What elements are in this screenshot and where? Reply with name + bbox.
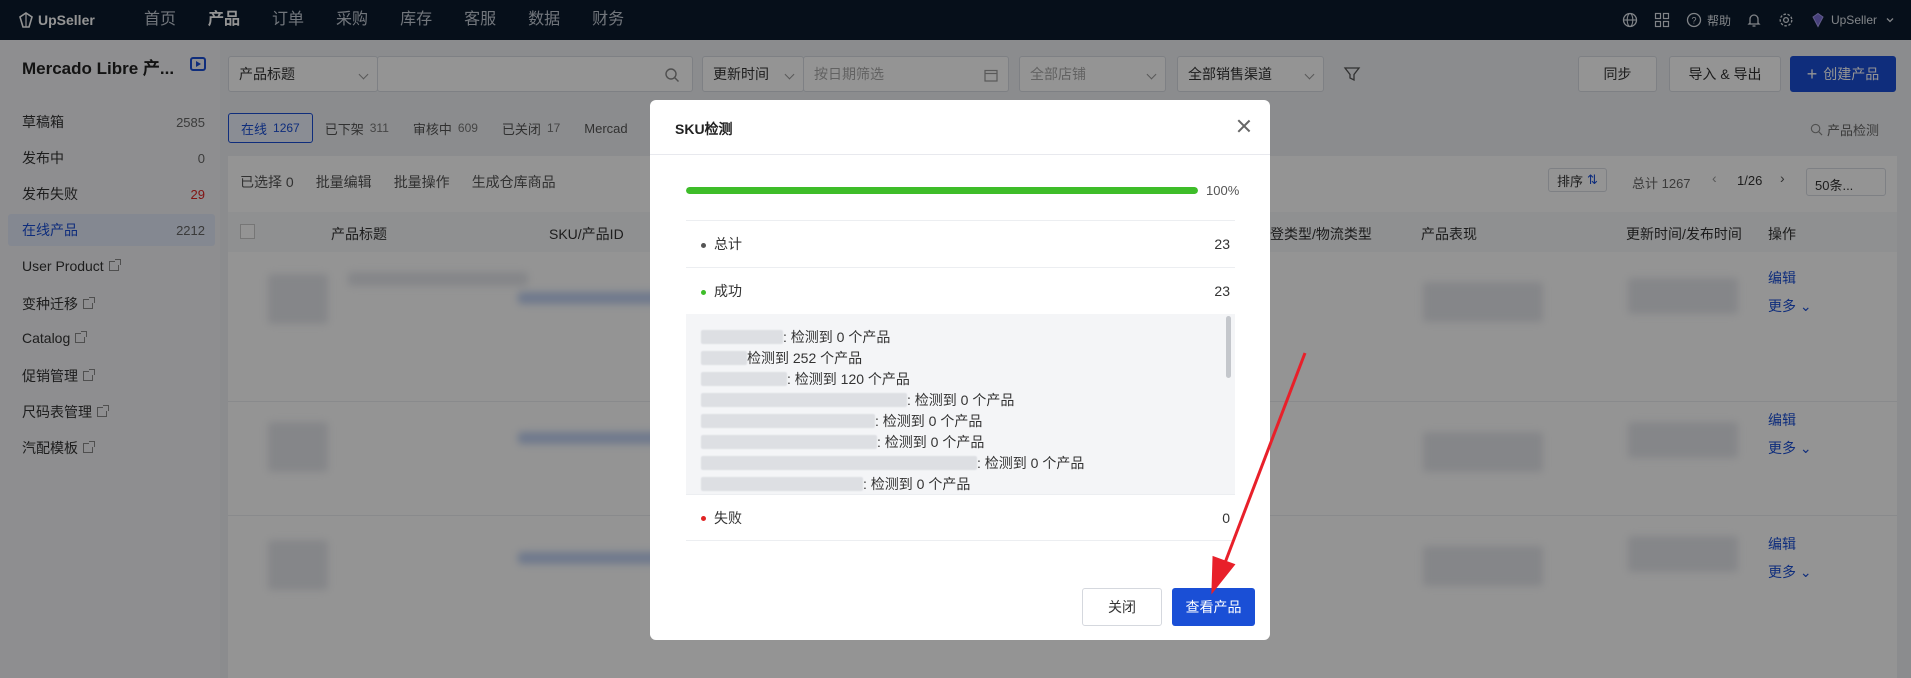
stat-value: 23 xyxy=(1214,283,1230,299)
progress-fill xyxy=(686,187,1198,194)
view-products-button[interactable]: 查看产品 xyxy=(1172,588,1255,626)
detail-line: : 检测到 0 个产品 xyxy=(701,390,1014,410)
stat-label: 成功 xyxy=(714,283,742,299)
detail-line: : 检测到 0 个产品 xyxy=(701,453,1084,473)
stat-success: 成功 23 xyxy=(686,267,1235,314)
stat-total: 总计 23 xyxy=(686,220,1235,267)
detail-line: : 检测到 0 个产品 xyxy=(701,327,890,347)
detail-line: : 检测到 0 个产品 xyxy=(701,411,982,431)
stat-label: 总计 xyxy=(714,236,742,252)
detail-line: : 检测到 0 个产品 xyxy=(701,474,970,494)
stat-value: 23 xyxy=(1214,236,1230,252)
bullet-icon xyxy=(701,242,706,248)
modal-title: SKU检测 xyxy=(675,121,733,137)
detail-list: : 检测到 0 个产品 检测到 252 个产品 : 检测到 120 个产品 : … xyxy=(686,314,1235,494)
stat-label: 失败 xyxy=(714,509,742,526)
detail-line: : 检测到 0 个产品 xyxy=(701,432,984,452)
progress-percent: 100% xyxy=(1206,183,1240,198)
sku-check-modal: SKU检测 100% 总计 23 成功 23 : 检测到 0 个产品 检测到 2… xyxy=(650,100,1270,640)
close-button[interactable]: 关闭 xyxy=(1082,588,1162,626)
bullet-icon xyxy=(701,516,706,522)
stat-value: 0 xyxy=(1222,509,1230,526)
bullet-icon xyxy=(701,289,706,295)
close-icon[interactable] xyxy=(1236,118,1252,134)
stat-fail: 失败 0 xyxy=(686,494,1235,541)
detail-line: : 检测到 120 个产品 xyxy=(701,369,910,389)
modal-divider xyxy=(650,154,1270,155)
detail-scrollbar[interactable] xyxy=(1226,316,1231,378)
detail-line: 检测到 252 个产品 xyxy=(701,348,862,368)
progress-bar xyxy=(686,187,1198,194)
